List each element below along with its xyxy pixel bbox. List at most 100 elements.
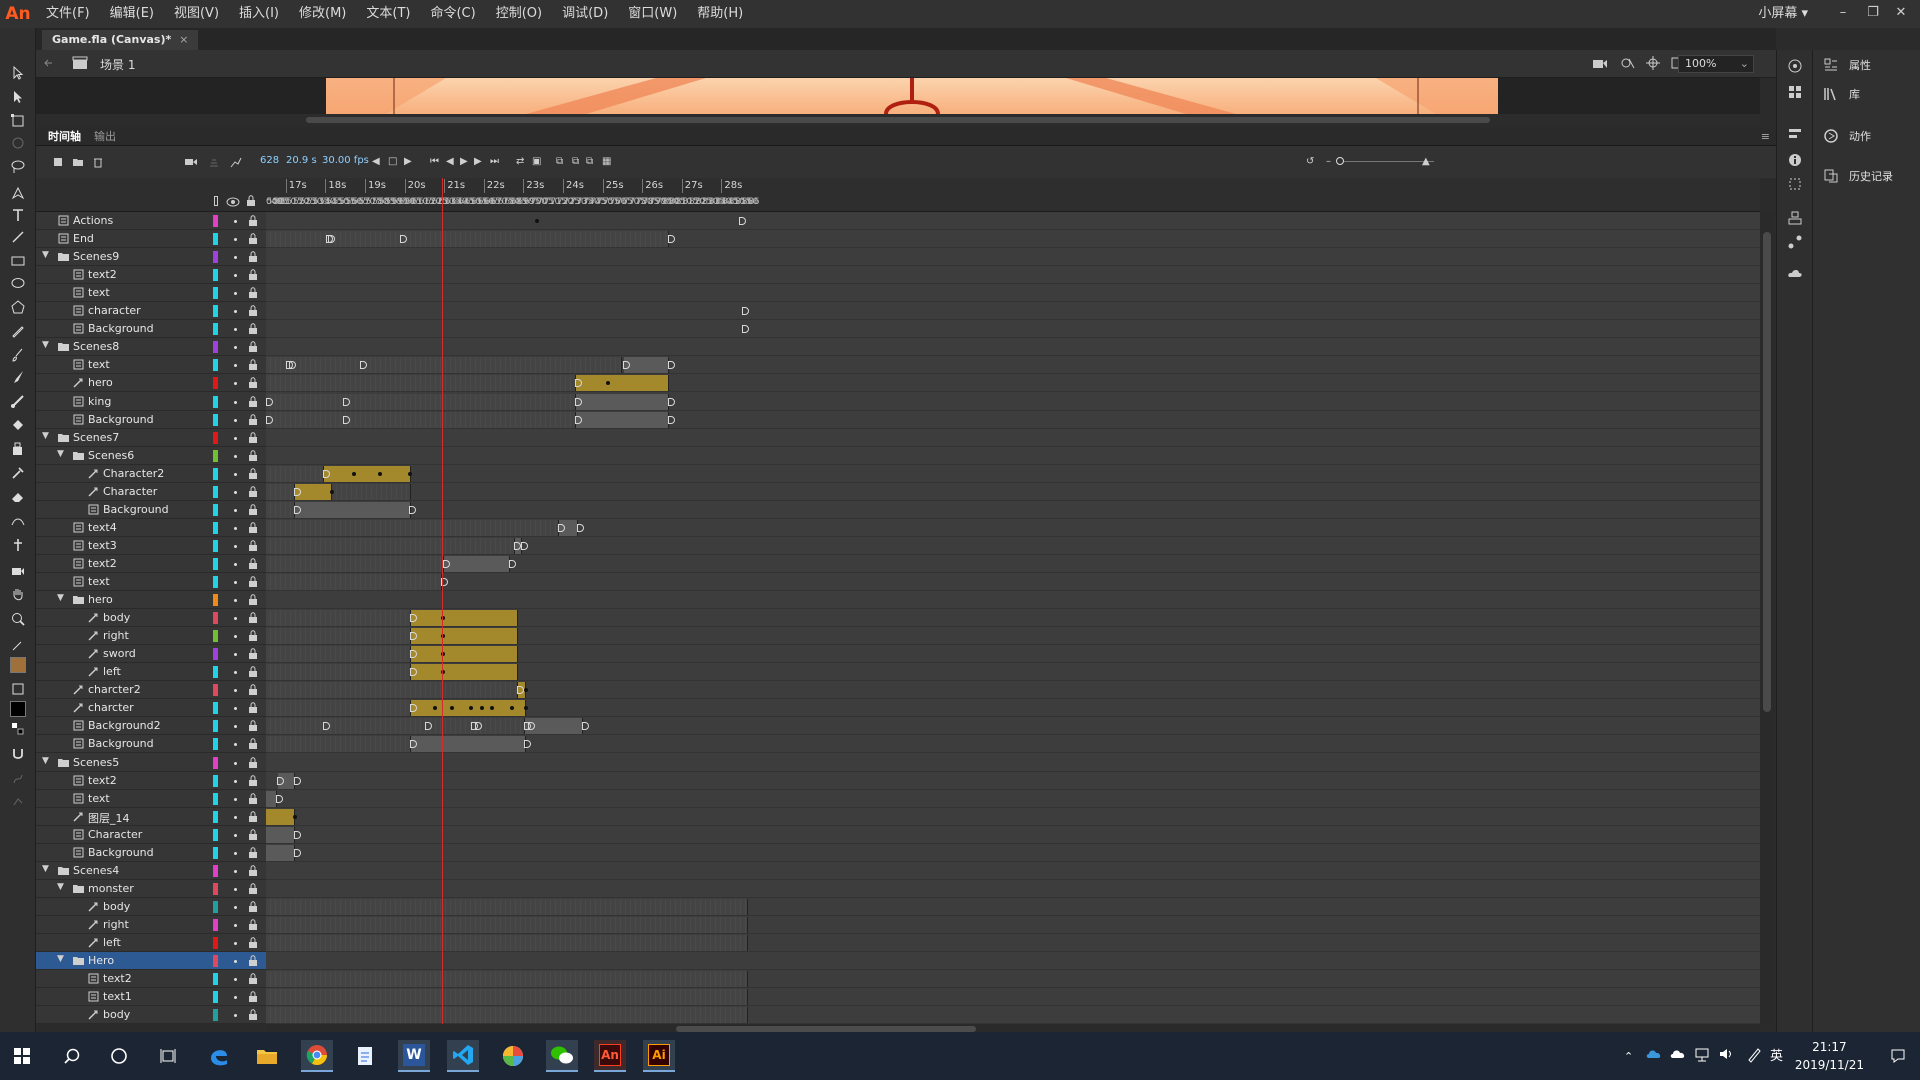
menu-item-0[interactable]: 文件(F) [36,0,100,28]
property-keyframe[interactable] [524,706,529,711]
layer-row[interactable]: right [36,627,266,646]
keyframe[interactable] [575,397,583,406]
lock-icon[interactable] [248,828,258,840]
visibility-dot[interactable] [234,436,237,440]
frame-row[interactable] [266,627,1760,646]
layer-name[interactable]: Scenes6 [88,449,134,462]
lock-icon[interactable] [248,648,258,660]
camera-layer-icon[interactable] [184,156,198,172]
layer-outline-color[interactable] [213,828,218,841]
lock-icon[interactable] [248,847,258,858]
layer-row[interactable]: text2 [36,555,266,573]
layer-row[interactable]: text [36,790,266,808]
eyedropper-tool-icon[interactable] [6,462,30,484]
menu-item-3[interactable]: 插入(I) [229,0,289,28]
info-panel-icon[interactable] [1787,152,1803,171]
layer-name[interactable]: Background [103,503,169,516]
menu-item-9[interactable]: 窗口(W) [618,0,687,28]
menu-item-7[interactable]: 控制(O) [486,0,552,28]
close-tab-icon[interactable]: × [179,33,188,46]
layer-row[interactable]: text1 [36,988,266,1007]
empty-frames[interactable] [266,357,623,374]
zoom-in-timeline-icon[interactable]: ▲ [1422,156,1430,168]
layer-row[interactable]: Background2 [36,717,266,736]
new-folder-icon[interactable] [72,156,84,172]
layer-row[interactable]: body [36,898,266,916]
property-keyframe[interactable] [524,688,529,693]
layer-row[interactable]: right [36,916,266,934]
animate-icon[interactable]: An [594,1040,626,1072]
empty-frames[interactable] [266,483,296,500]
visibility-dot[interactable] [234,905,237,909]
lock-icon[interactable] [248,449,258,461]
loop-icon[interactable]: ⇄ [516,156,524,168]
visibility-dot[interactable] [234,310,237,314]
layer-outline-color[interactable] [213,251,218,264]
keyframe[interactable] [399,235,407,244]
empty-frames[interactable] [266,718,525,735]
layer-outline-color[interactable] [213,323,218,336]
modify-markers-icon[interactable]: ▦ [602,156,611,168]
layer-name[interactable]: body [103,1008,130,1021]
layer-row[interactable]: 图层_14 [36,808,266,826]
align-panel-icon[interactable] [1787,126,1803,145]
property-keyframe[interactable] [468,706,473,711]
bone-tool-icon[interactable] [6,390,30,412]
visibility-dot[interactable] [234,923,237,927]
center-frame-icon[interactable]: ▣ [532,156,541,168]
tween-span[interactable] [411,628,519,645]
layer-outline-color[interactable] [213,684,218,697]
vertical-scroll-thumb[interactable] [1763,232,1771,712]
layer-outline-color[interactable] [213,431,218,444]
visibility-dot[interactable] [234,454,237,458]
visibility-dot[interactable] [234,581,237,584]
frame-row[interactable] [266,844,1760,862]
layer-row[interactable]: text2 [36,266,266,285]
visibility-dot[interactable] [234,725,237,729]
layer-row[interactable]: text [36,284,266,303]
polystar-tool-icon[interactable] [6,296,30,318]
empty-frames[interactable] [266,935,748,951]
keyframe[interactable] [323,469,331,478]
keyframe[interactable] [276,776,284,785]
next-keyframe-icon[interactable]: ▶ [404,156,412,168]
panel-menu-icon[interactable]: ≡ [1761,130,1770,144]
frame-row[interactable] [266,735,1760,754]
visibility-dot[interactable] [234,562,237,566]
edit-multiple-frames-icon[interactable]: ⧉ [586,156,593,168]
layer-row[interactable]: ▼ Hero [36,952,266,971]
rectangle-tool-icon[interactable] [6,250,30,272]
layer-outline-color[interactable] [213,991,218,1004]
ime-indicator[interactable]: 英 [1770,1045,1783,1064]
layer-row[interactable]: ▼ Scenes8 [36,338,266,357]
lock-icon[interactable] [248,467,258,479]
back-arrow-icon[interactable] [42,56,56,73]
transform-panel-icon[interactable] [1787,176,1803,195]
lock-icon[interactable] [248,413,258,425]
menu-item-1[interactable]: 编辑(E) [100,0,164,28]
visibility-dot[interactable] [234,833,237,837]
layer-outline-color[interactable] [213,521,218,534]
camera-toggle-icon[interactable] [1592,56,1608,73]
paint-brush-tool-icon[interactable] [6,344,30,366]
keyframe[interactable] [667,235,675,244]
camera-tool-icon[interactable] [6,560,30,582]
layer-outline-color[interactable] [213,612,218,625]
frame-row[interactable] [266,411,1760,429]
static-span[interactable] [411,736,527,753]
search-icon[interactable] [56,1040,88,1072]
keyframe[interactable] [741,325,749,334]
layer-name[interactable]: body [103,611,130,624]
playhead-marker[interactable] [441,178,443,212]
frame-row[interactable] [266,519,1760,537]
chrome-icon[interactable] [301,1040,333,1072]
cortana-icon[interactable] [103,1040,135,1072]
layer-row[interactable]: body [36,609,266,628]
keyframe[interactable] [294,830,302,839]
property-keyframe[interactable] [534,219,539,223]
property-keyframe[interactable] [509,706,514,711]
static-span[interactable] [576,393,669,410]
layer-name[interactable]: Hero [88,954,114,967]
layer-outline-color[interactable] [213,756,218,769]
layer-outline-color[interactable] [213,449,218,462]
